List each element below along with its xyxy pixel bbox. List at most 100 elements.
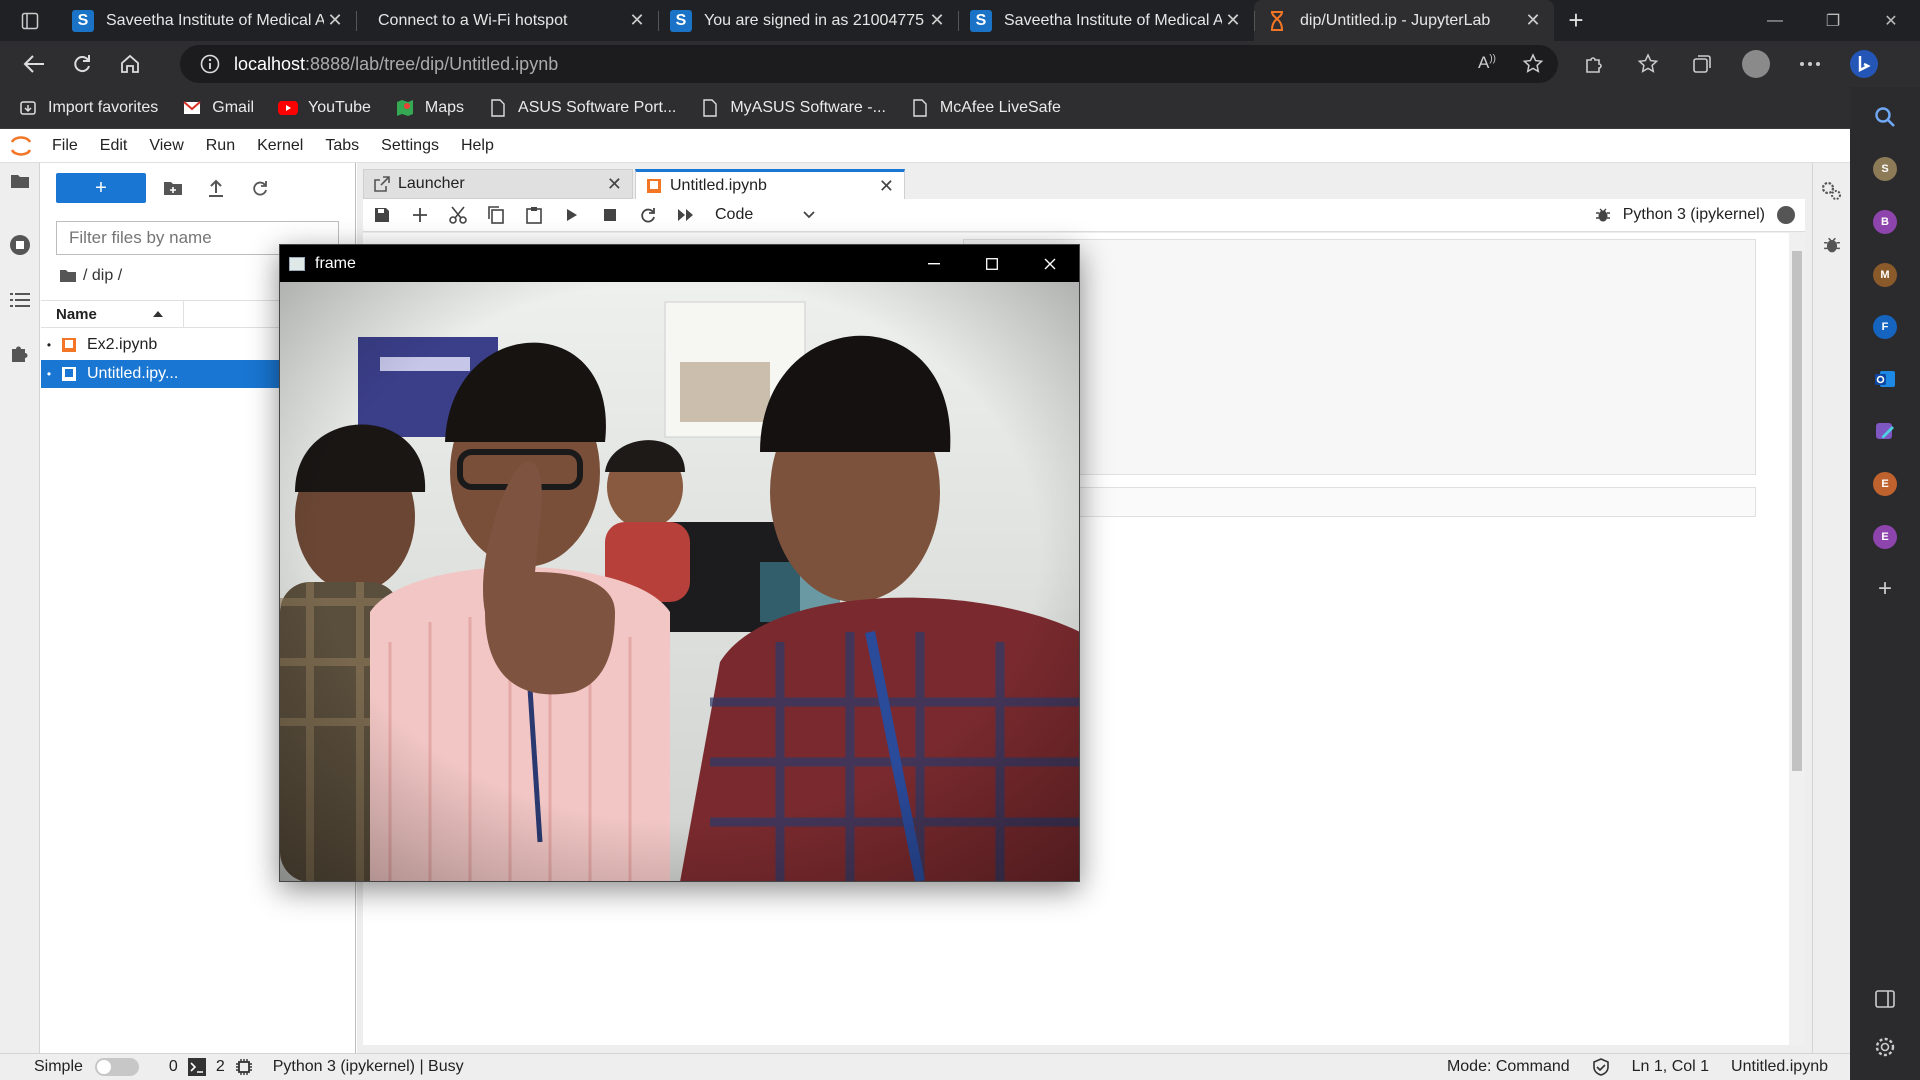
tab-untitled-notebook[interactable]: Untitled.ipynb ✕ [635, 169, 905, 200]
tab-launcher[interactable]: Launcher ✕ [363, 169, 633, 199]
address-bar[interactable]: localhost:8888/lab/tree/dip/Untitled.ipy… [180, 45, 1558, 83]
property-inspector-gears-icon[interactable] [1820, 179, 1844, 203]
frame-titlebar[interactable]: frame [280, 245, 1079, 282]
tab-actions-button[interactable] [0, 0, 60, 41]
bookmark-myasus[interactable]: MyASUS Software -... [696, 92, 900, 124]
terminal-count[interactable]: 0 [169, 1058, 178, 1076]
breadcrumb-path[interactable]: / dip / [83, 267, 122, 285]
menu-view[interactable]: View [139, 137, 195, 155]
menu-file[interactable]: File [42, 137, 90, 155]
new-launcher-button[interactable]: + [56, 173, 146, 203]
menu-edit[interactable]: Edit [90, 137, 140, 155]
sidebar-app-e[interactable]: E [1873, 472, 1897, 496]
sidebar-app-e2[interactable]: E [1873, 525, 1897, 549]
extension-manager-puzzle-icon[interactable] [8, 341, 32, 365]
restart-run-all-icon[interactable] [667, 200, 705, 230]
close-window-icon[interactable]: ✕ [1862, 0, 1920, 41]
bookmark-gmail[interactable]: Gmail [178, 92, 268, 124]
close-tab-icon[interactable]: ✕ [607, 174, 622, 195]
back-button[interactable] [10, 44, 58, 84]
debugger-bug-icon[interactable] [1820, 233, 1844, 257]
name-column-header[interactable]: Name [41, 300, 184, 328]
notebook-scrollbar[interactable] [1789, 233, 1805, 1045]
search-icon[interactable] [1873, 105, 1897, 129]
browser-tab-4[interactable]: S Saveetha Institute of Medical An ✕ [958, 0, 1254, 41]
close-tab-icon[interactable]: ✕ [1522, 10, 1544, 31]
browser-tab-2[interactable]: Connect to a Wi-Fi hotspot ✕ [356, 0, 658, 41]
bookmark-label: MyASUS Software -... [730, 98, 886, 116]
designer-icon[interactable] [1873, 419, 1897, 443]
close-tab-icon[interactable]: ✕ [626, 10, 648, 31]
close-tab-icon[interactable]: ✕ [879, 176, 894, 197]
menu-tabs[interactable]: Tabs [315, 137, 371, 155]
read-aloud-icon[interactable]: A)) [1478, 53, 1496, 75]
bookmark-import-favorites[interactable]: Import favorites [14, 92, 172, 124]
sidebar-app-f[interactable]: F [1873, 315, 1897, 339]
menu-kernel[interactable]: Kernel [247, 137, 315, 155]
maximize-frame-icon[interactable] [963, 245, 1021, 282]
site-info-icon[interactable] [200, 54, 220, 74]
code-cell-input[interactable] [963, 487, 1756, 517]
folder-icon[interactable] [59, 269, 77, 283]
cursor-position[interactable]: Ln 1, Col 1 [1632, 1058, 1709, 1076]
home-button[interactable] [106, 44, 154, 84]
cut-icon[interactable] [439, 200, 477, 230]
file-browser-folder-icon[interactable] [8, 169, 32, 193]
browser-tab-5-active[interactable]: dip/Untitled.ip - JupyterLab ✕ [1254, 0, 1554, 41]
bing-copilot-button[interactable] [1840, 44, 1888, 84]
insert-cell-icon[interactable] [401, 200, 439, 230]
sidebar-app-s[interactable]: S [1873, 157, 1897, 181]
bookmark-mcafee[interactable]: McAfee LiveSafe [906, 92, 1075, 124]
close-tab-icon[interactable]: ✕ [926, 10, 948, 31]
bookmark-asus-portal[interactable]: ASUS Software Port... [484, 92, 690, 124]
extensions-button[interactable] [1570, 44, 1618, 84]
favorites-button[interactable] [1624, 44, 1672, 84]
menu-run[interactable]: Run [196, 137, 247, 155]
close-tab-icon[interactable]: ✕ [1222, 10, 1244, 31]
cell-type-select[interactable]: Code [715, 206, 815, 224]
minimize-window-icon[interactable]: — [1746, 0, 1804, 41]
refresh-button[interactable] [58, 44, 106, 84]
kernel-name[interactable]: Python 3 (ipykernel) [1623, 206, 1765, 224]
run-cell-icon[interactable] [553, 200, 591, 230]
close-frame-icon[interactable] [1021, 245, 1079, 282]
close-tab-icon[interactable]: ✕ [324, 10, 346, 31]
running-sessions-icon[interactable] [8, 233, 32, 257]
scrollbar-thumb[interactable] [1792, 251, 1802, 771]
browser-tab-3[interactable]: S You are signed in as 21004775 ✕ [658, 0, 958, 41]
sidebar-app-m[interactable]: M [1873, 263, 1897, 287]
sidebar-settings-gear-icon[interactable] [1873, 1035, 1897, 1059]
minimize-frame-icon[interactable] [905, 245, 963, 282]
new-tab-button[interactable]: + [1554, 0, 1598, 41]
opencv-frame-window[interactable]: frame [279, 244, 1080, 882]
outlook-icon[interactable] [1873, 367, 1897, 391]
save-icon[interactable] [363, 200, 401, 230]
add-sidebar-app-icon[interactable]: + [1873, 575, 1897, 602]
kernel-status[interactable]: Python 3 (ipykernel) | Busy [273, 1058, 464, 1076]
paste-icon[interactable] [515, 200, 553, 230]
add-favorite-icon[interactable] [1522, 53, 1544, 75]
profile-button[interactable] [1732, 44, 1780, 84]
menu-settings[interactable]: Settings [371, 137, 451, 155]
simple-mode-toggle[interactable] [94, 1058, 139, 1076]
bookmark-youtube[interactable]: YouTube [274, 92, 385, 124]
kernel-count[interactable]: 2 [216, 1058, 225, 1076]
browser-tab-1[interactable]: S Saveetha Institute of Medical An ✕ [60, 0, 356, 41]
collections-button[interactable] [1678, 44, 1726, 84]
debugger-bug-icon[interactable] [1595, 207, 1611, 223]
stop-kernel-icon[interactable] [591, 200, 629, 230]
trusted-shield-icon[interactable] [1592, 1058, 1610, 1076]
settings-more-button[interactable] [1786, 44, 1834, 84]
table-of-contents-icon[interactable] [8, 288, 32, 312]
sidebar-app-b[interactable]: B [1873, 210, 1897, 234]
output-cell-area[interactable] [963, 239, 1756, 475]
new-folder-icon[interactable] [158, 173, 188, 203]
copy-icon[interactable] [477, 200, 515, 230]
restart-kernel-icon[interactable] [629, 200, 667, 230]
restore-window-icon[interactable]: ❐ [1804, 0, 1862, 41]
sidebar-layout-icon[interactable] [1873, 987, 1897, 1011]
refresh-files-icon[interactable] [245, 173, 275, 203]
upload-icon[interactable] [201, 173, 231, 203]
menu-help[interactable]: Help [451, 137, 506, 155]
bookmark-maps[interactable]: Maps [391, 92, 478, 124]
